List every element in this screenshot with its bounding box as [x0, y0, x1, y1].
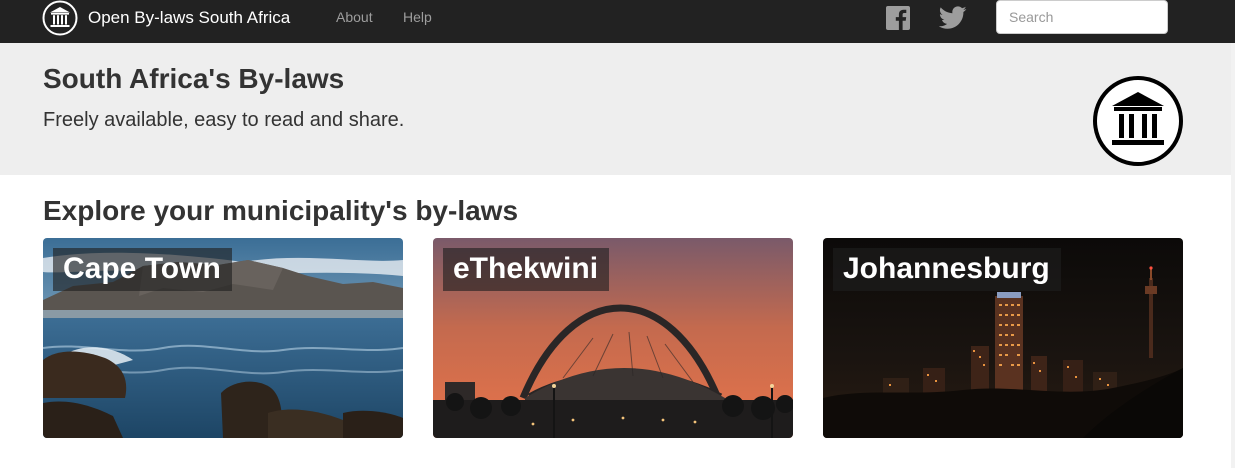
twitter-icon[interactable] [939, 6, 967, 30]
courthouse-icon [42, 0, 78, 35]
facebook-icon[interactable] [886, 6, 910, 30]
scrollbar[interactable] [1231, 43, 1235, 468]
page-subtitle: Freely available, easy to read and share… [43, 109, 405, 131]
brand-link[interactable]: Open By-laws South Africa [42, 0, 290, 35]
card-label: Johannesburg [833, 248, 1061, 291]
municipality-card-johannesburg[interactable]: Johannesburg [823, 238, 1183, 438]
courthouse-icon [1093, 76, 1183, 166]
card-label: eThekwini [443, 248, 610, 291]
search-input[interactable] [996, 0, 1168, 34]
page-title: South Africa's By-laws [43, 63, 345, 94]
navbar: Open By-laws South Africa About Help [0, 0, 1235, 43]
nav-link-help[interactable]: Help [403, 9, 432, 25]
card-label: Cape Town [53, 248, 232, 291]
section-title: Explore your municipality's by-laws [43, 195, 519, 226]
nav-link-about[interactable]: About [336, 9, 373, 25]
brand-name: Open By-laws South Africa [88, 7, 291, 27]
hero-banner: South Africa's By-laws Freely available,… [0, 43, 1235, 175]
municipality-card-ethekwini[interactable]: eThekwini [433, 238, 793, 438]
municipality-card-cape-town[interactable]: Cape Town [43, 238, 403, 438]
